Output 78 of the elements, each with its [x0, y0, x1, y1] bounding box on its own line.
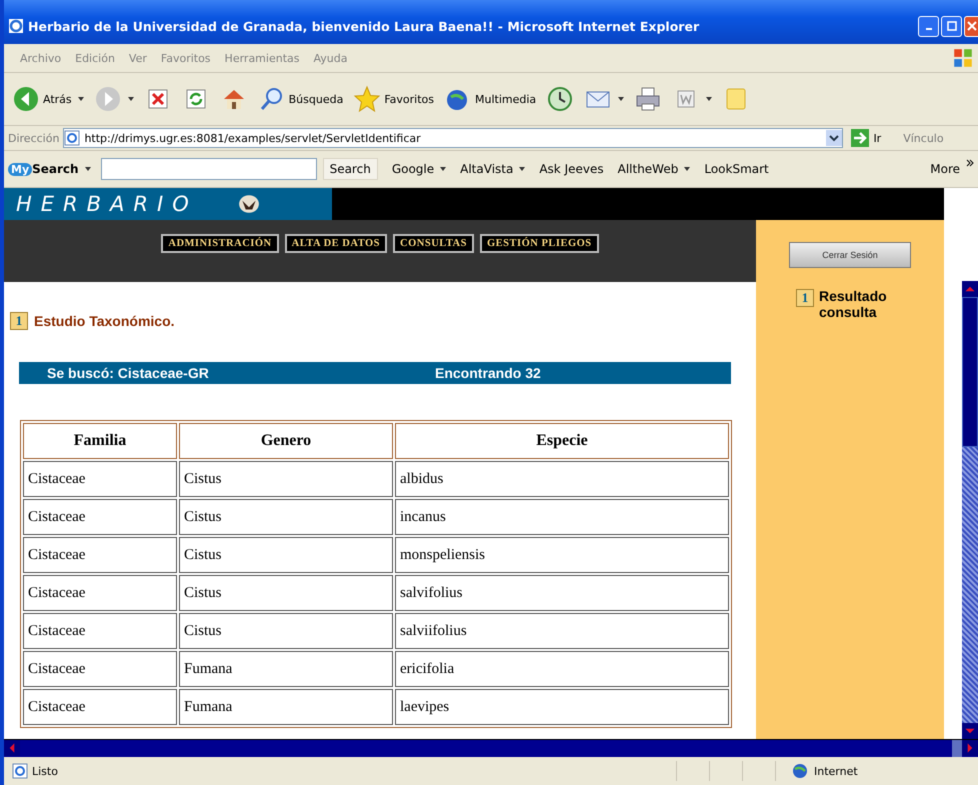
search-engine-button[interactable]: AltaVista [460, 162, 514, 176]
crest-icon [238, 194, 260, 214]
close-icon [966, 21, 976, 31]
table-cell: incanus [395, 499, 729, 535]
back-button[interactable]: Atrás [10, 85, 86, 113]
table-cell: Cistaceae [23, 575, 177, 611]
search-engine-button[interactable]: Google [392, 162, 434, 176]
column-header: Familia [23, 423, 177, 459]
table-cell: Cistaceae [23, 461, 177, 497]
globe-icon [792, 763, 808, 779]
table-cell: Cistus [179, 575, 393, 611]
search-menu[interactable]: Search [32, 162, 79, 176]
history-icon [546, 85, 574, 113]
minimize-icon [926, 28, 932, 30]
status-text: Listo [32, 764, 59, 778]
address-field[interactable]: http://drimys.ugr.es:8081/examples/servlet/ServletIdentificar [63, 128, 844, 148]
search-engine-button[interactable]: LookSmart [704, 162, 769, 176]
more-button[interactable]: More [930, 162, 960, 176]
search-engine-button[interactable]: Ask Jeeves [539, 162, 604, 176]
table-cell: Cistaceae [23, 689, 177, 725]
search-input[interactable] [100, 158, 317, 180]
address-label: Dirección [8, 132, 60, 144]
table-cell: Cistus [179, 499, 393, 535]
result-count: Encontrando 32 [435, 365, 541, 381]
site-title: HERBARIO [16, 192, 198, 216]
go-button[interactable]: Ir [847, 129, 886, 147]
browser-icon [8, 18, 24, 34]
close-button[interactable] [964, 16, 978, 36]
caret-icon [84, 167, 91, 171]
search-logo: My [8, 162, 32, 176]
scroll-right-icon[interactable] [962, 740, 978, 756]
nav-button[interactable]: GESTIÓN PLIEGOS [480, 234, 599, 253]
table-cell: ericifolia [395, 651, 729, 687]
page-icon [12, 763, 28, 779]
search-button[interactable]: Search [322, 158, 378, 180]
minimize-button[interactable] [918, 16, 939, 36]
table-cell: salvifolius [395, 575, 729, 611]
nav-button[interactable]: ADMINISTRACIÓN [161, 234, 279, 253]
column-header: Genero [179, 423, 393, 459]
maximize-icon [946, 21, 956, 31]
table-cell: salviifolius [395, 613, 729, 649]
window-title: Herbario de la Universidad de Granada, bienvenido Laura Baena!! - Microsoft Internet Explorer [28, 18, 700, 34]
search-button[interactable]: Búsqueda [256, 85, 346, 113]
table-cell: albidus [395, 461, 729, 497]
scroll-thumb[interactable] [962, 297, 978, 447]
nav-button[interactable]: ALTA DE DATOS [284, 234, 388, 253]
table-cell: Cistus [179, 537, 393, 573]
table-cell: laevipes [395, 689, 729, 725]
media-button[interactable]: Multimedia [442, 85, 538, 113]
page-icon [64, 130, 80, 146]
maximize-button[interactable] [941, 16, 962, 36]
table-cell: Fumana [179, 651, 393, 687]
table-cell: Cistus [179, 613, 393, 649]
nav-button[interactable]: CONSULTAS [393, 234, 474, 253]
zone-label: Internet [814, 764, 858, 778]
scroll-left-icon[interactable] [4, 740, 20, 756]
logout-button[interactable]: Cerrar Sesión [789, 242, 911, 268]
arrow-icon [851, 129, 870, 147]
links-label[interactable]: Vínculo [903, 132, 944, 144]
table-cell: Cistus [179, 461, 393, 497]
table-cell: Cistaceae [23, 499, 177, 535]
number-badge: 1 [796, 289, 814, 307]
star-icon [353, 85, 382, 113]
column-header: Especie [395, 423, 729, 459]
sidebar-title: Resultado consulta [819, 288, 888, 320]
table-cell: Cistaceae [23, 537, 177, 573]
favorites-button[interactable]: Favoritos [351, 85, 436, 113]
table-cell: monspeliensis [395, 537, 729, 573]
chevron-icon [966, 159, 974, 167]
table-cell: Fumana [179, 689, 393, 725]
search-engine-button[interactable]: AlltheWeb [618, 162, 678, 176]
query-text: Se buscó: Cistaceae-GR [46, 365, 210, 381]
windows-logo-icon [952, 47, 974, 69]
table-cell: Cistaceae [23, 613, 177, 649]
table-cell: Cistaceae [23, 651, 177, 687]
number-badge: 1 [10, 312, 28, 330]
section-title: Estudio Taxonómico. [34, 313, 175, 329]
printer-icon [634, 85, 662, 113]
